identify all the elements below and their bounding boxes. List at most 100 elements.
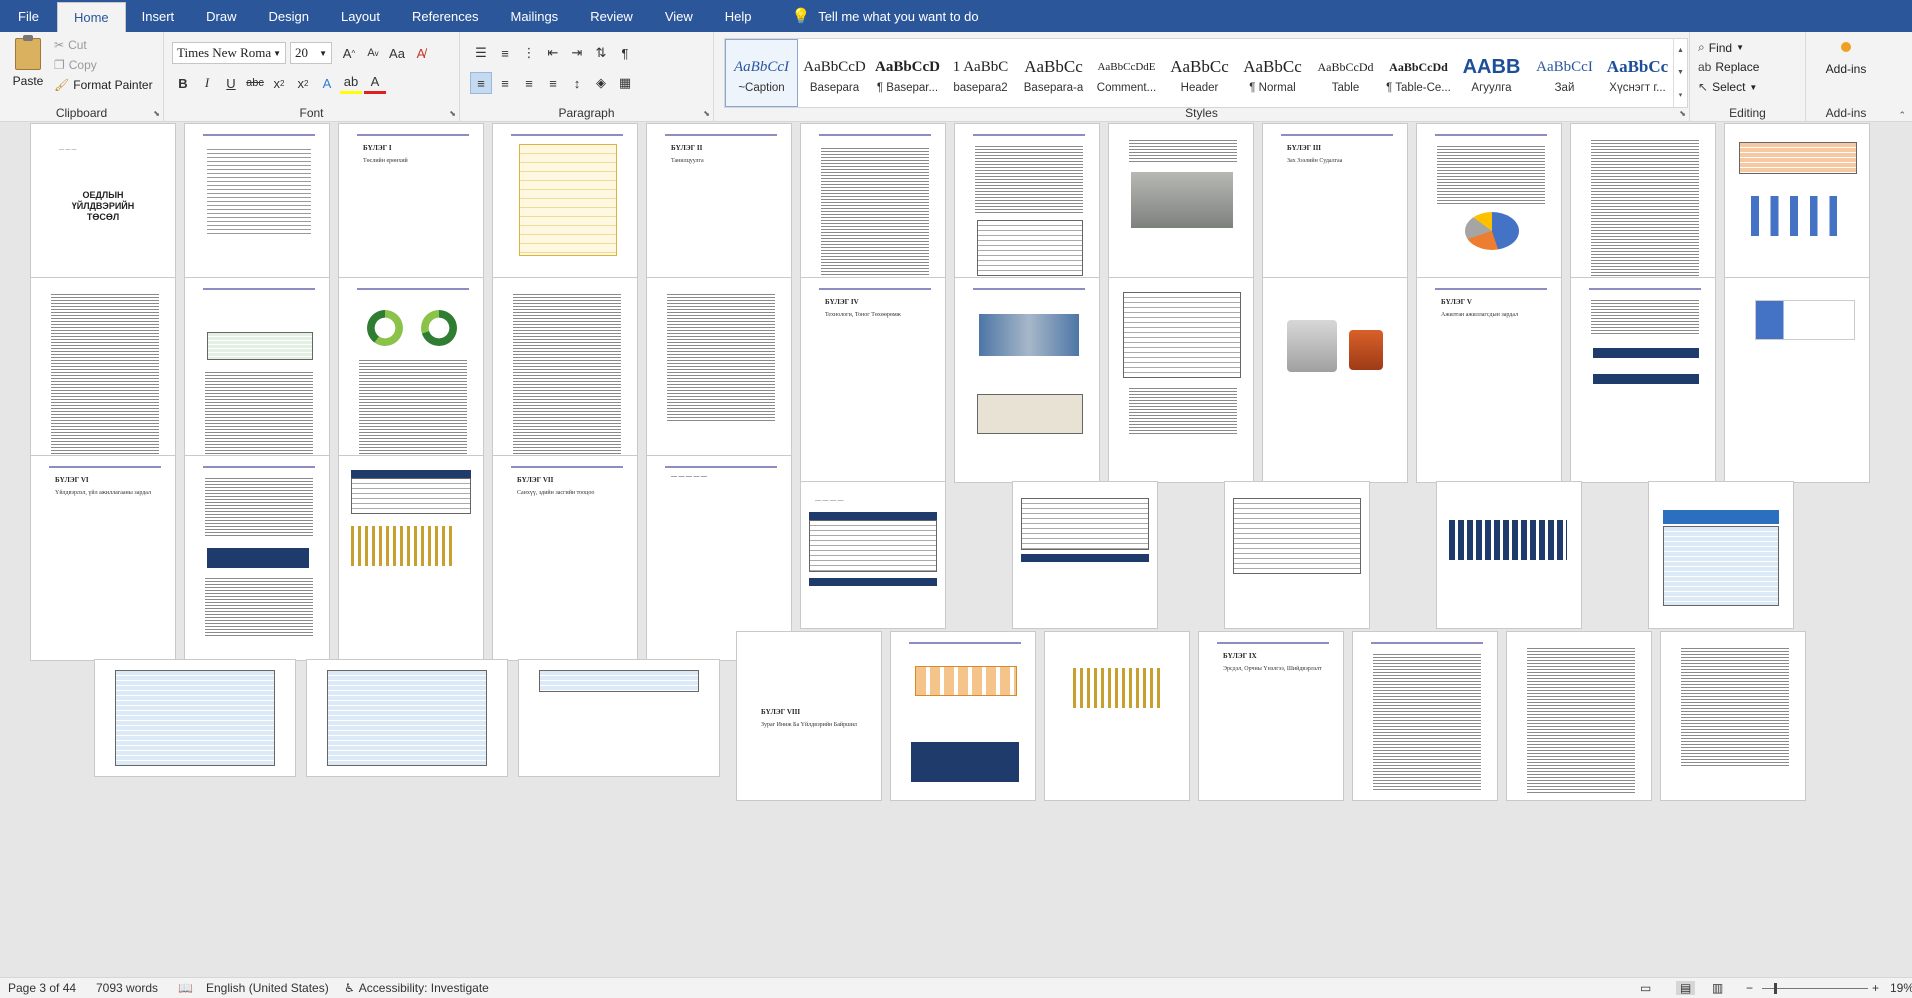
- page-thumbnail[interactable]: [1108, 277, 1254, 483]
- line-spacing-button[interactable]: ↕: [566, 72, 588, 94]
- superscript-button[interactable]: x2: [292, 72, 314, 94]
- dialog-launcher-icon[interactable]: ⬊: [703, 109, 710, 118]
- select-button[interactable]: ↖ Select ▼: [1698, 80, 1757, 94]
- tell-me-search[interactable]: 💡 Tell me what you want to do: [768, 0, 979, 32]
- tab-mailings[interactable]: Mailings: [495, 0, 575, 32]
- bold-button[interactable]: B: [172, 72, 194, 94]
- shading-button[interactable]: ◈: [590, 72, 612, 94]
- page-thumbnail[interactable]: [1262, 277, 1408, 483]
- read-mode-icon[interactable]: ▭: [1640, 981, 1651, 995]
- style-khusnegt[interactable]: AaBbCc Хүснэгт г...: [1601, 39, 1674, 107]
- font-name-box[interactable]: Times New Roma ▼: [172, 42, 286, 64]
- style-basepara-bold[interactable]: AaBbCcD ¶ Basepar...: [871, 39, 944, 107]
- language[interactable]: English (United States): [206, 981, 329, 995]
- highlight-button[interactable]: ab: [340, 72, 362, 94]
- page-thumbnail[interactable]: БҮЛЭГ VII Санхүү, эдийн засгийн тооцоо: [492, 455, 638, 661]
- page-thumbnail[interactable]: [1044, 631, 1190, 801]
- tab-help[interactable]: Help: [709, 0, 768, 32]
- page-thumbnail[interactable]: [1648, 481, 1794, 629]
- page-thumbnail[interactable]: [1660, 631, 1806, 801]
- style-table-cell[interactable]: AaBbCcDd ¶ Table-Ce...: [1382, 39, 1455, 107]
- style-header[interactable]: AaBbCc Header: [1163, 39, 1236, 107]
- show-marks-button[interactable]: ¶: [614, 42, 636, 64]
- style-table[interactable]: AaBbCcDd Table: [1309, 39, 1382, 107]
- cut-button[interactable]: ✂ Cut: [54, 38, 87, 52]
- document-area[interactable]: — — — ОЕДЛЫН ҮЙЛДВЭРИЙН ТӨСӨЛ БҮЛЭГ I Тө…: [0, 123, 1912, 977]
- page-thumbnail[interactable]: [184, 455, 330, 661]
- subscript-button[interactable]: x2: [268, 72, 290, 94]
- addins-button[interactable]: Add-ins: [1806, 42, 1886, 76]
- page-thumbnail[interactable]: [1224, 481, 1370, 629]
- tab-home[interactable]: Home: [56, 2, 126, 32]
- style-basepara-a[interactable]: AaBbCc Basepara-a: [1017, 39, 1090, 107]
- page-thumbnail[interactable]: [646, 277, 792, 483]
- page-thumbnail[interactable]: [1724, 277, 1870, 483]
- page-thumbnail[interactable]: БҮЛЭГ V Ажилтан ажиллагсдын зардал: [1416, 277, 1562, 483]
- decrease-indent-button[interactable]: ⇤: [542, 42, 564, 64]
- page-thumbnail[interactable]: [518, 659, 720, 777]
- styles-scroll[interactable]: ▲ ▼ ▾: [1673, 39, 1687, 107]
- tab-view[interactable]: View: [649, 0, 709, 32]
- multilevel-list-button[interactable]: ⋮: [518, 42, 540, 64]
- zoom-slider-thumb[interactable]: [1774, 983, 1777, 994]
- page-thumbnail[interactable]: [492, 277, 638, 483]
- page-thumbnail[interactable]: [1436, 481, 1582, 629]
- page-thumbnail[interactable]: БҮЛЭГ IV Технологи, Тоног Төхөөрөмж: [800, 277, 946, 483]
- tab-draw[interactable]: Draw: [190, 0, 252, 32]
- page-thumbnail[interactable]: [338, 277, 484, 483]
- page-thumbnail[interactable]: [338, 455, 484, 661]
- style-basepara[interactable]: AaBbCcD Basepara: [798, 39, 871, 107]
- zoom-slider[interactable]: [1762, 988, 1868, 989]
- page-thumbnail[interactable]: БҮЛЭГ VI Үйлдвэрлэл, үйл ажиллагааны зар…: [30, 455, 176, 661]
- zoom-level[interactable]: 19%: [1890, 981, 1912, 995]
- shrink-font-button[interactable]: Av: [362, 42, 384, 64]
- style-basepara2[interactable]: 1 AaBbC basepara2: [944, 39, 1017, 107]
- tab-insert[interactable]: Insert: [126, 0, 191, 32]
- page-thumbnail[interactable]: [1506, 631, 1652, 801]
- align-left-button[interactable]: ≡: [470, 72, 492, 94]
- chevron-up-icon[interactable]: ▲: [1677, 47, 1684, 54]
- increase-indent-button[interactable]: ⇥: [566, 42, 588, 64]
- page-thumbnail[interactable]: [890, 631, 1036, 801]
- zoom-out-icon[interactable]: −: [1746, 981, 1753, 995]
- borders-button[interactable]: ▦: [614, 72, 636, 94]
- sort-button[interactable]: ⇅: [590, 42, 612, 64]
- more-icon[interactable]: ▾: [1679, 91, 1683, 99]
- style-comment[interactable]: AaBbCcDdE Comment...: [1090, 39, 1163, 107]
- grow-font-button[interactable]: A ^: [338, 42, 360, 64]
- justify-button[interactable]: ≡: [542, 72, 564, 94]
- style-normal[interactable]: AaBbCc ¶ Normal: [1236, 39, 1309, 107]
- font-color-button[interactable]: A: [364, 72, 386, 94]
- page-thumbnail[interactable]: [1012, 481, 1158, 629]
- italic-button[interactable]: I: [196, 72, 218, 94]
- dialog-launcher-icon[interactable]: ⬊: [1679, 109, 1686, 118]
- replace-button[interactable]: ab Replace: [1698, 60, 1759, 74]
- zoom-in-icon[interactable]: +: [1872, 981, 1879, 995]
- strikethrough-button[interactable]: abc: [244, 72, 266, 94]
- bullets-button[interactable]: ☰: [470, 42, 492, 64]
- paste-button[interactable]: Paste: [6, 35, 50, 88]
- tab-design[interactable]: Design: [253, 0, 325, 32]
- web-layout-icon[interactable]: ▥: [1712, 981, 1723, 995]
- copy-button[interactable]: ❐ Copy: [54, 58, 97, 72]
- underline-button[interactable]: U: [220, 72, 242, 94]
- change-case-button[interactable]: Aa: [386, 42, 408, 64]
- dialog-launcher-icon[interactable]: ⬊: [449, 109, 456, 118]
- page-thumbnail[interactable]: — — — —: [800, 481, 946, 629]
- numbering-button[interactable]: ≡: [494, 42, 516, 64]
- format-painter-button[interactable]: 🖌 Format Painter: [54, 78, 153, 92]
- font-size-box[interactable]: 20 ▼: [290, 42, 332, 64]
- page-count[interactable]: Page 3 of 44: [8, 981, 76, 995]
- style-aguulga[interactable]: AABB Агуулга: [1455, 39, 1528, 107]
- page-thumbnail[interactable]: БҮЛЭГ VIII Зураг Иниж Ба Үйлдвэрийн Байр…: [736, 631, 882, 801]
- collapse-ribbon-icon[interactable]: ⌃: [1898, 110, 1906, 121]
- text-effects-button[interactable]: A: [316, 72, 338, 94]
- word-count[interactable]: 7093 words: [96, 981, 158, 995]
- tab-review[interactable]: Review: [574, 0, 649, 32]
- page-thumbnail[interactable]: [30, 277, 176, 483]
- page-thumbnail[interactable]: [954, 277, 1100, 483]
- accessibility[interactable]: ♿ Accessibility: Investigate: [344, 981, 489, 995]
- clear-formatting-icon[interactable]: A̸: [410, 42, 432, 64]
- style-caption[interactable]: AaBbCcI ~Caption: [725, 39, 798, 107]
- page-thumbnail[interactable]: [306, 659, 508, 777]
